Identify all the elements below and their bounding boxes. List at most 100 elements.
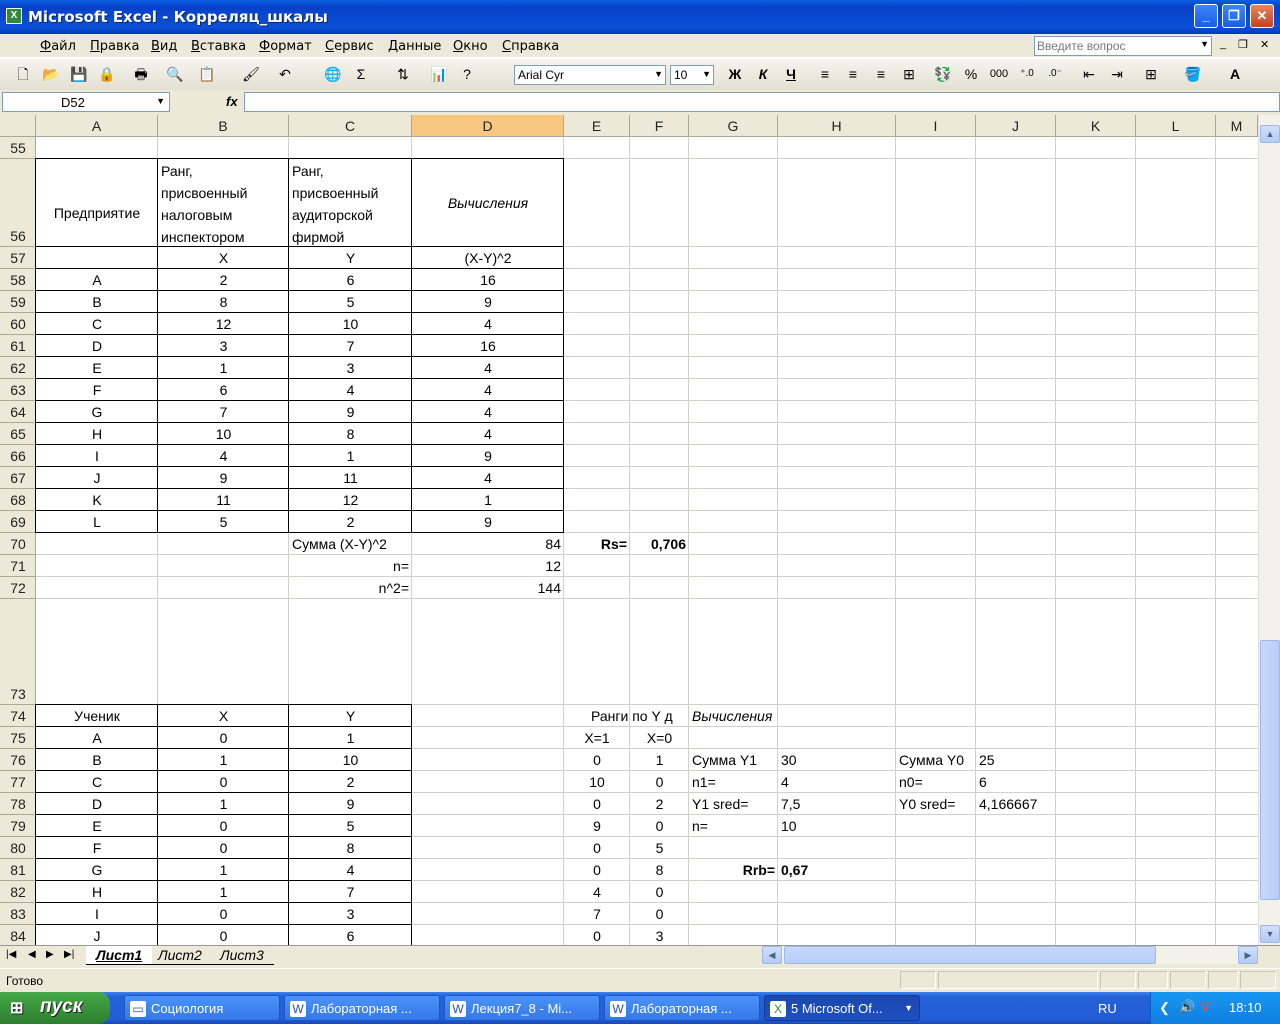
column-header-j[interactable]: J (976, 115, 1056, 137)
scroll-right-icon[interactable]: ▶ (1238, 946, 1258, 964)
align-center-icon[interactable]: ≡ (842, 63, 864, 85)
currency-icon[interactable]: 💱 (932, 63, 954, 85)
print-preview-icon[interactable]: 🔍 (164, 63, 186, 85)
row-header[interactable]: 67 (0, 467, 36, 489)
permission-icon[interactable]: 🔒 (96, 63, 118, 85)
print-icon[interactable]: 🖶 (130, 63, 152, 85)
row-header[interactable]: 58 (0, 269, 36, 291)
column-header-f[interactable]: F (630, 115, 689, 137)
scroll-left-icon[interactable]: ◀ (762, 946, 782, 964)
row-header[interactable]: 65 (0, 423, 36, 445)
taskbar-item-word[interactable]: W Лабораторная ... (284, 995, 440, 1021)
menu-help[interactable]: Справка (502, 39, 559, 54)
row-header[interactable]: 60 (0, 313, 36, 335)
paste-icon[interactable]: 📋 (196, 63, 218, 85)
menu-insert[interactable]: Вставка (191, 39, 246, 54)
fill-color-icon[interactable]: 🪣 (1182, 63, 1204, 85)
start-button[interactable]: ⊞ пуск (0, 992, 110, 1024)
volume-icon[interactable]: 🔊 (1179, 999, 1195, 1015)
column-header-d[interactable]: D (412, 115, 564, 137)
row-header[interactable]: 82 (0, 881, 36, 903)
row-header[interactable]: 66 (0, 445, 36, 467)
font-size-select[interactable]: 10 ▼ (670, 65, 714, 85)
help-search-input[interactable]: Введите вопрос ▼ (1034, 36, 1212, 56)
percent-button[interactable]: % (960, 63, 982, 85)
row-header[interactable]: 81 (0, 859, 36, 881)
row-header[interactable]: 61 (0, 335, 36, 357)
menu-window[interactable]: Окно (453, 39, 488, 54)
tray-expand-icon[interactable]: ❮ (1159, 1000, 1170, 1016)
font-name-select[interactable]: Arial Cyr ▼ (514, 65, 666, 85)
formula-input[interactable] (244, 92, 1280, 112)
tab-sheet3[interactable]: Лист3 (210, 946, 274, 965)
undo-icon[interactable]: ↶ (274, 63, 296, 85)
column-header-g[interactable]: G (689, 115, 778, 137)
menu-format[interactable]: Формат (259, 39, 312, 54)
chevron-down-icon[interactable]: ▼ (1200, 39, 1209, 49)
decrease-decimal-icon[interactable]: .0⁻ (1044, 63, 1066, 85)
taskbar-item-word[interactable]: W Лекция7_8 - Mi... (444, 995, 600, 1021)
menu-tools[interactable]: Сервис (325, 39, 374, 54)
minimize-button[interactable]: _ (1194, 4, 1218, 28)
taskbar-item-folder[interactable]: ▭ Социология (124, 995, 280, 1021)
horizontal-scrollbar[interactable]: ◀ ▶ (762, 946, 1258, 964)
horizontal-scroll-thumb[interactable] (784, 946, 1156, 964)
save-icon[interactable]: 💾 (68, 63, 90, 85)
decrease-indent-icon[interactable]: ⇤ (1078, 63, 1100, 85)
row-header[interactable]: 56 (0, 159, 36, 247)
worksheet-grid[interactable]: ABCDEFGHIJKLM 55 56 57 58 59 60 61 62 63 64 65 66 67… (0, 115, 1280, 945)
row-header[interactable]: 69 (0, 511, 36, 533)
column-header-i[interactable]: I (896, 115, 976, 137)
align-right-icon[interactable]: ≡ (870, 63, 892, 85)
row-header[interactable]: 59 (0, 291, 36, 313)
language-indicator[interactable]: RU (1098, 1001, 1117, 1016)
row-header[interactable]: 55 (0, 137, 36, 159)
close-button[interactable]: ✕ (1250, 4, 1274, 28)
tab-sheet2[interactable]: Лист2 (148, 946, 212, 965)
row-header[interactable]: 71 (0, 555, 36, 577)
column-header-l[interactable]: L (1136, 115, 1216, 137)
row-header[interactable]: 83 (0, 903, 36, 925)
column-header-e[interactable]: E (564, 115, 630, 137)
sort-ascending-icon[interactable]: ⇅ (392, 63, 414, 85)
vertical-scrollbar[interactable]: ▲ ▼ (1258, 115, 1280, 945)
row-header[interactable]: 62 (0, 357, 36, 379)
doc-minimize-icon[interactable]: _ (1220, 38, 1226, 50)
doc-close-icon[interactable]: ✕ (1260, 38, 1269, 51)
borders-icon[interactable]: ⊞ (1140, 63, 1162, 85)
increase-decimal-icon[interactable]: ⁺.0 (1016, 63, 1038, 85)
scroll-down-icon[interactable]: ▼ (1260, 925, 1280, 943)
last-sheet-icon[interactable]: ▶| (64, 949, 74, 960)
chevron-down-icon[interactable]: ▼ (654, 69, 663, 79)
font-color-icon[interactable]: A (1224, 63, 1246, 85)
row-header[interactable]: 75 (0, 727, 36, 749)
column-header-h[interactable]: H (778, 115, 896, 137)
help-icon[interactable]: ? (456, 63, 478, 85)
menu-view[interactable]: Вид (151, 39, 177, 54)
hyperlink-icon[interactable]: 🌐 (322, 63, 344, 85)
column-header-k[interactable]: K (1056, 115, 1136, 137)
new-document-icon[interactable]: 🗋 (12, 63, 34, 85)
open-folder-icon[interactable]: 📂 (40, 63, 62, 85)
doc-restore-icon[interactable]: ❐ (1238, 38, 1248, 51)
menu-file[interactable]: Файл (40, 39, 76, 54)
row-header[interactable]: 57 (0, 247, 36, 269)
chevron-down-icon[interactable]: ▼ (156, 96, 165, 106)
bold-button[interactable]: Ж (724, 63, 746, 85)
row-header[interactable]: 78 (0, 793, 36, 815)
chevron-down-icon[interactable]: ▼ (904, 1003, 913, 1013)
clock[interactable]: 18:10 (1229, 1000, 1262, 1015)
chevron-down-icon[interactable]: ▼ (702, 69, 711, 79)
taskbar-item-word[interactable]: W Лабораторная ... (604, 995, 760, 1021)
align-left-icon[interactable]: ≡ (814, 63, 836, 85)
antivirus-icon[interactable]: V (1201, 999, 1210, 1014)
row-header[interactable]: 79 (0, 815, 36, 837)
row-header[interactable]: 70 (0, 533, 36, 555)
thousands-button[interactable]: 000 (988, 63, 1010, 85)
row-header[interactable]: 77 (0, 771, 36, 793)
merge-center-icon[interactable]: ⊞ (898, 63, 920, 85)
format-painter-icon[interactable]: 🖌 (240, 63, 262, 85)
column-header-a[interactable]: A (36, 115, 158, 137)
row-header[interactable]: 63 (0, 379, 36, 401)
insert-function-icon[interactable]: fx (226, 94, 238, 109)
